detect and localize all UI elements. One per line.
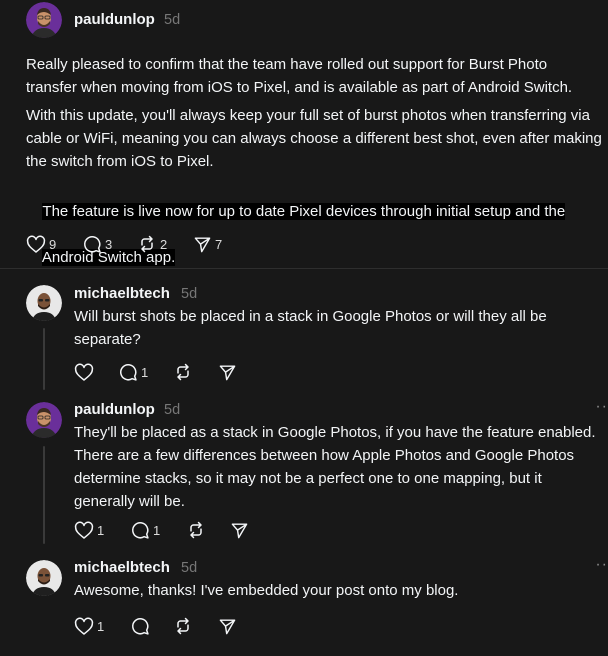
repost-icon	[177, 617, 189, 635]
reply-text: Awesome, thanks! I've embedded your post…	[74, 582, 459, 599]
avatar[interactable]	[26, 2, 62, 38]
send-icon	[219, 618, 236, 634]
comment-icon	[132, 522, 149, 539]
share-button[interactable]	[218, 361, 237, 383]
reply-username[interactable]: pauldunlop	[74, 401, 155, 418]
thread-line	[43, 446, 45, 544]
heart-icon	[26, 235, 46, 253]
comment-button[interactable]: 1	[130, 519, 160, 541]
repost-button[interactable]	[173, 361, 193, 383]
avatar[interactable]	[26, 402, 62, 438]
post-paragraph-1: Really pleased to confirm that the team …	[26, 56, 573, 96]
avatar-pauldunlop-image	[26, 402, 62, 438]
repost-button[interactable]	[173, 615, 193, 637]
reply-time: 5d	[181, 286, 198, 302]
avatar-michaelbtech-image	[26, 560, 62, 596]
more-options-icon[interactable]: ··	[595, 556, 608, 574]
like-button[interactable]: 9	[26, 233, 56, 255]
reply-username[interactable]: michaelbtech	[74, 559, 170, 576]
post-divider	[0, 268, 608, 269]
reply-text: They'll be placed as a stack in Google P…	[74, 424, 596, 510]
comment-button[interactable]: 1	[118, 361, 148, 383]
heart-icon	[74, 617, 94, 635]
share-button[interactable]	[230, 519, 249, 541]
repost-button[interactable]	[186, 519, 206, 541]
highlight-line-1: The feature is live now for up to date P…	[42, 203, 566, 220]
comment-button[interactable]: 3	[82, 233, 112, 255]
repost-count: 2	[160, 236, 168, 252]
share-button[interactable]: 7	[193, 233, 222, 255]
comment-count: 1	[141, 364, 149, 380]
avatar-pauldunlop-image	[26, 2, 62, 38]
comment-button[interactable]	[130, 615, 153, 637]
heart-icon	[74, 363, 94, 381]
comment-count: 1	[153, 522, 161, 538]
post-paragraph-2: With this update, you'll always keep you…	[26, 107, 602, 170]
send-icon	[194, 236, 211, 252]
repost-icon	[190, 521, 202, 539]
more-options-icon[interactable]: ··	[595, 398, 608, 416]
send-icon	[219, 364, 236, 380]
reply-time: 5d	[164, 402, 181, 418]
repost-button[interactable]: 2	[137, 233, 167, 255]
repost-icon	[141, 235, 153, 253]
comment-icon	[84, 236, 101, 253]
comment-count: 3	[105, 236, 113, 252]
avatar[interactable]	[26, 285, 62, 321]
reply-time: 5d	[181, 560, 198, 576]
like-count: 1	[97, 522, 105, 538]
send-icon	[231, 522, 248, 538]
like-button[interactable]	[74, 361, 97, 383]
comment-icon	[120, 364, 137, 381]
heart-icon	[74, 521, 94, 539]
like-button[interactable]: 1	[74, 519, 104, 541]
repost-icon	[177, 363, 189, 381]
like-count: 9	[49, 236, 57, 252]
share-button[interactable]	[218, 615, 237, 637]
avatar[interactable]	[26, 560, 62, 596]
post-username[interactable]: pauldunlop	[74, 11, 155, 28]
comment-icon	[132, 618, 149, 635]
like-button[interactable]: 1	[74, 615, 104, 637]
reply-username[interactable]: michaelbtech	[74, 285, 170, 302]
thread-line	[43, 328, 45, 390]
post-time: 5d	[164, 12, 181, 28]
share-count: 7	[215, 236, 223, 252]
like-count: 1	[97, 618, 105, 634]
reply-text: Will burst shots be placed in a stack in…	[74, 308, 547, 348]
avatar-michaelbtech-image	[26, 285, 62, 321]
